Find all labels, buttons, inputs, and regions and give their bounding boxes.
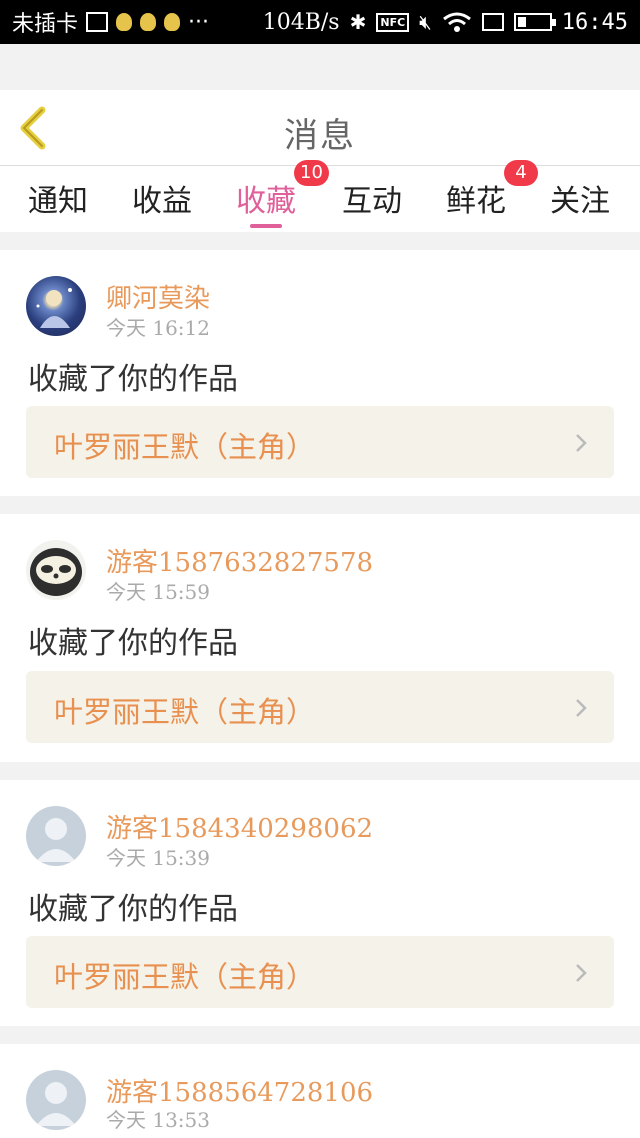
notification-icon bbox=[116, 13, 133, 31]
chevron-right-icon bbox=[576, 434, 587, 452]
page-title: 消息 bbox=[284, 116, 356, 156]
tab-notifications[interactable]: 通知 bbox=[28, 176, 88, 220]
network-speed: 104B/s bbox=[262, 9, 340, 35]
clock: 16:45 bbox=[561, 9, 628, 35]
message-card: 卿河莫染 今天 16:12 收藏了你的作品 叶罗丽王默（主角） bbox=[0, 250, 640, 496]
username[interactable]: 游客1587632827578 bbox=[106, 542, 373, 579]
top-spacer bbox=[0, 44, 640, 90]
tab-interactions[interactable]: 互动 bbox=[342, 176, 402, 220]
tab-earnings[interactable]: 收益 bbox=[132, 176, 192, 220]
carrier-label: 未插卡 bbox=[12, 12, 79, 37]
default-avatar-icon bbox=[36, 1082, 76, 1126]
timestamp: 今天 15:59 bbox=[106, 580, 210, 604]
tab-label: 关注 bbox=[550, 184, 610, 219]
timestamp: 今天 15:39 bbox=[106, 846, 210, 870]
work-link[interactable]: 叶罗丽王默（主角） bbox=[26, 406, 614, 478]
chevron-right-icon bbox=[576, 964, 587, 982]
tab-label: 收藏 bbox=[236, 184, 296, 219]
avatar[interactable] bbox=[26, 276, 86, 336]
tab-favorites[interactable]: 收藏 bbox=[236, 176, 296, 228]
timestamp: 今天 13:53 bbox=[106, 1108, 210, 1132]
tab-label: 互动 bbox=[342, 184, 402, 219]
action-text: 收藏了你的作品 bbox=[28, 626, 238, 661]
mute-icon: 🔇︎ bbox=[419, 10, 432, 34]
wifi-icon bbox=[442, 12, 471, 32]
timestamp: 今天 16:12 bbox=[106, 316, 210, 340]
sim-icon bbox=[481, 13, 504, 31]
work-title: 叶罗丽王默（主角） bbox=[54, 695, 316, 729]
nfc-icon: NFC bbox=[376, 12, 410, 32]
work-title: 叶罗丽王默（主角） bbox=[54, 960, 316, 994]
tab-follows[interactable]: 关注 bbox=[550, 176, 610, 220]
default-avatar-icon bbox=[36, 818, 76, 862]
battery-icon bbox=[513, 13, 556, 31]
action-text: 收藏了你的作品 bbox=[28, 892, 238, 927]
bluetooth-icon: ✱ bbox=[349, 10, 367, 34]
tab-bar: 通知 收益 收藏 10 互动 鲜花 4 关注 bbox=[0, 160, 640, 232]
tab-label: 收益 bbox=[132, 184, 192, 219]
notification-icon bbox=[164, 13, 181, 31]
notification-icon bbox=[140, 13, 157, 31]
work-title: 叶罗丽王默（主角） bbox=[54, 430, 316, 464]
work-link[interactable]: 叶罗丽王默（主角） bbox=[26, 671, 614, 743]
avatar-image bbox=[30, 548, 82, 596]
username[interactable]: 游客1584340298062 bbox=[106, 808, 373, 845]
message-card: 游客1584340298062 今天 15:39 收藏了你的作品 叶罗丽王默（主… bbox=[0, 780, 640, 1026]
nav-header: 消息 bbox=[0, 90, 640, 166]
flowers-badge: 4 bbox=[504, 160, 538, 186]
status-bar: 未插卡 ··· 104B/s ✱ NFC 🔇︎ 16:45 bbox=[0, 0, 640, 44]
avatar[interactable] bbox=[26, 540, 86, 600]
tab-flowers[interactable]: 鲜花 bbox=[446, 176, 506, 220]
action-text: 收藏了你的作品 bbox=[28, 362, 238, 397]
avatar[interactable] bbox=[26, 1070, 86, 1130]
tab-label: 鲜花 bbox=[446, 184, 506, 219]
message-card: 游客1587632827578 今天 15:59 收藏了你的作品 叶罗丽王默（主… bbox=[0, 514, 640, 762]
favorites-badge: 10 bbox=[294, 160, 329, 186]
chevron-right-icon bbox=[576, 699, 587, 717]
username[interactable]: 卿河莫染 bbox=[106, 278, 210, 315]
tab-label: 通知 bbox=[28, 184, 88, 219]
avatar[interactable] bbox=[26, 806, 86, 866]
more-notifications-icon: ··· bbox=[188, 9, 209, 35]
active-tab-indicator bbox=[250, 224, 282, 228]
work-link[interactable]: 叶罗丽王默（主角） bbox=[26, 936, 614, 1008]
avatar-image bbox=[36, 288, 72, 328]
message-card: 游客1588564728106 今天 13:53 bbox=[0, 1044, 640, 1138]
screenshot-icon bbox=[86, 12, 109, 32]
